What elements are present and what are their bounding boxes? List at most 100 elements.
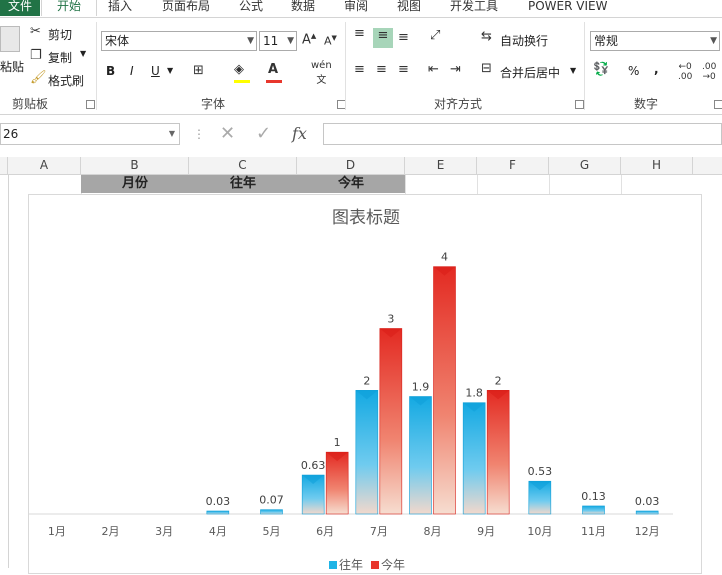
column-header-e[interactable]: E: [405, 157, 477, 174]
number-launcher-icon[interactable]: [714, 100, 722, 109]
cancel-icon[interactable]: ✕: [220, 123, 235, 144]
merge-dropdown-icon[interactable]: ▼: [570, 66, 576, 75]
fill-color-icon[interactable]: ◈: [234, 62, 244, 77]
bar-series1[interactable]: [206, 510, 230, 515]
bar-series1[interactable]: [355, 390, 379, 515]
copy-dropdown-icon[interactable]: ▼: [80, 49, 86, 58]
row-header-edge: [8, 175, 9, 568]
font-size-select[interactable]: 11 ▼: [259, 31, 297, 51]
format-painter-icon[interactable]: 🖌: [30, 70, 47, 85]
border-icon[interactable]: ⊞: [193, 63, 204, 78]
chart-area[interactable]: 图表标题 1月 2月 3月 4月 0.03 5月 0.07 6月 0.63 1 7月 2 3 8月 1.9 4…: [28, 194, 702, 574]
bar-series1[interactable]: [582, 505, 605, 515]
wrap-text-icon[interactable]: ⇆: [481, 29, 492, 44]
x-tick-label: 2月: [102, 525, 120, 538]
tab-power-view[interactable]: POWER VIEW: [528, 0, 607, 16]
underline-dropdown-icon[interactable]: ▼: [167, 66, 173, 75]
number-format-select[interactable]: 常规 ▼: [590, 31, 720, 51]
bar-series2[interactable]: [379, 328, 403, 515]
bar-series1[interactable]: [409, 396, 432, 515]
enter-icon[interactable]: ✓: [256, 123, 271, 144]
comma-button[interactable]: ,: [654, 62, 659, 76]
cell-d1[interactable]: 今年: [297, 175, 405, 193]
column-header-a[interactable]: A: [8, 157, 81, 174]
x-tick-label: 9月: [477, 525, 495, 538]
bar-series2[interactable]: [433, 266, 456, 515]
tab-data[interactable]: 数据: [291, 0, 315, 16]
column-header-c[interactable]: C: [189, 157, 297, 174]
copy-icon[interactable]: ❐: [30, 48, 42, 63]
chart-title[interactable]: 图表标题: [332, 208, 400, 228]
paste-icon[interactable]: [0, 26, 20, 52]
clipboard-launcher-icon[interactable]: [86, 100, 95, 109]
increase-indent-icon[interactable]: ⇥: [450, 62, 461, 77]
formula-input[interactable]: [323, 123, 722, 145]
x-tick-label: 5月: [263, 525, 281, 538]
decrease-decimal-icon[interactable]: .00 →0: [702, 62, 716, 82]
bold-button[interactable]: B: [106, 64, 115, 78]
font-color-icon[interactable]: A: [268, 62, 278, 77]
tab-page-layout[interactable]: 页面布局: [162, 0, 210, 16]
tab-home[interactable]: 开始: [41, 0, 97, 16]
group-divider: [345, 22, 346, 110]
column-header-bar: A B C D E F G H: [0, 157, 722, 175]
tab-file[interactable]: 文件: [0, 0, 40, 16]
scissors-icon[interactable]: ✂: [30, 24, 41, 39]
currency-icon[interactable]: 💱: [593, 62, 609, 77]
x-tick-label: 6月: [316, 525, 334, 538]
bar-series2[interactable]: [325, 451, 349, 515]
decrease-font-icon[interactable]: A▼: [324, 34, 337, 48]
bar-series1[interactable]: [462, 402, 486, 515]
bar-series1[interactable]: [635, 510, 659, 515]
increase-font-icon[interactable]: A▲: [302, 32, 316, 47]
column-header-d[interactable]: D: [297, 157, 405, 174]
tab-view[interactable]: 视图: [397, 0, 421, 16]
decrease-indent-icon[interactable]: ⇤: [428, 62, 439, 77]
wrap-text-button[interactable]: 自动换行: [500, 32, 548, 49]
phonetic-icon[interactable]: wén 文: [311, 60, 332, 86]
underline-button[interactable]: U: [151, 64, 160, 78]
align-middle-icon[interactable]: ≡: [373, 28, 393, 48]
data-label: 2: [495, 374, 502, 387]
insert-function-icon[interactable]: fx: [292, 124, 307, 143]
data-label: 0.13: [581, 490, 606, 503]
align-center-icon[interactable]: ≡: [376, 62, 387, 77]
x-tick-label: 10月: [527, 525, 552, 538]
tab-review[interactable]: 审阅: [344, 0, 368, 16]
column-header-h[interactable]: H: [621, 157, 693, 174]
grid-line: [477, 175, 478, 194]
bar-series2[interactable]: [486, 390, 510, 515]
align-top-icon[interactable]: ≡: [354, 26, 365, 41]
column-header-f[interactable]: F: [477, 157, 549, 174]
cut-button[interactable]: 剪切: [48, 26, 72, 43]
column-header-g[interactable]: G: [549, 157, 621, 174]
merge-center-icon[interactable]: ⊟: [481, 61, 492, 76]
cell-b1[interactable]: 月份: [81, 175, 189, 193]
align-left-icon[interactable]: ≡: [354, 62, 365, 77]
tab-developer[interactable]: 开发工具: [450, 0, 498, 16]
name-box-dropdown-icon[interactable]: ▼: [169, 124, 175, 144]
merge-center-button[interactable]: 合并后居中: [500, 64, 560, 81]
chart-legend[interactable]: 往年 今年: [329, 557, 405, 572]
cell-c1[interactable]: 往年: [189, 175, 297, 193]
font-name-select[interactable]: 宋体 ▼: [101, 31, 257, 51]
data-label: 1.9: [412, 381, 430, 394]
paste-button[interactable]: 粘贴: [0, 58, 24, 75]
name-box[interactable]: 26 ▼: [0, 123, 180, 145]
copy-button[interactable]: 复制: [48, 49, 72, 66]
data-label: 3: [387, 312, 394, 325]
orientation-icon[interactable]: ⤢: [430, 28, 440, 43]
italic-button[interactable]: I: [130, 64, 134, 78]
legend-label-series1: 往年: [339, 557, 363, 572]
increase-decimal-icon[interactable]: ←0.00: [678, 62, 692, 82]
tab-formulas[interactable]: 公式: [239, 0, 263, 16]
bar-series1[interactable]: [260, 509, 283, 515]
tab-insert[interactable]: 插入: [108, 0, 132, 16]
select-all-corner[interactable]: [0, 157, 8, 174]
format-painter-button[interactable]: 格式刷: [48, 72, 84, 89]
percent-button[interactable]: %: [628, 64, 639, 78]
align-right-icon[interactable]: ≡: [398, 62, 409, 77]
align-bottom-icon[interactable]: ≡: [398, 30, 409, 45]
alignment-launcher-icon[interactable]: [575, 100, 584, 109]
column-header-b[interactable]: B: [81, 157, 189, 174]
